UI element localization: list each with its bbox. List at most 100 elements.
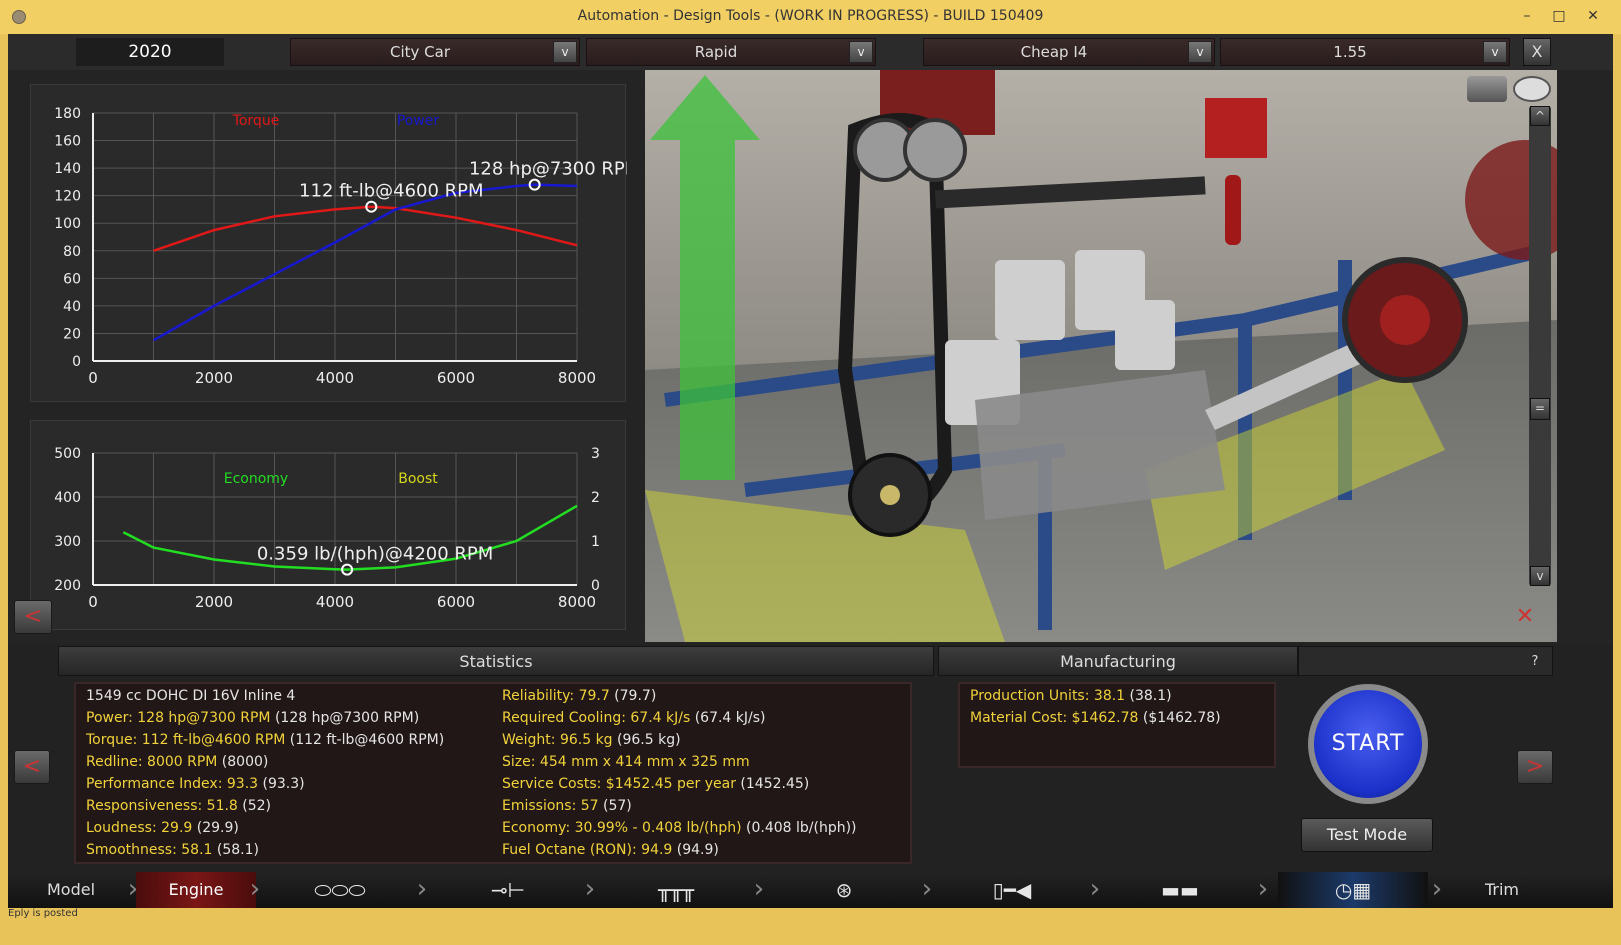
- design-nav-bar: Model › Engine › ⬭⬭⬭ › ⊸⊢ › ╥╥╥ › ⊛ › ▯━…: [8, 872, 1613, 908]
- stat-reference: (52): [237, 798, 272, 814]
- y-tick-label: 80: [63, 244, 81, 260]
- chevron-right-icon: ›: [584, 874, 596, 904]
- stat-row: Weight: 96.5 kg (96.5 kg): [502, 732, 681, 748]
- y-tick-label: 140: [54, 161, 81, 177]
- exhaust-icon[interactable]: ▬▬: [1110, 872, 1250, 908]
- stat-label: Emissions:: [502, 798, 581, 814]
- family-value: Rapid: [694, 43, 738, 61]
- chart-back-button[interactable]: <: [14, 600, 52, 634]
- fire-extinguisher-sign: [1205, 98, 1267, 158]
- chevron-right-icon: ›: [1257, 874, 1269, 904]
- stat-value: 58.1: [181, 842, 213, 858]
- stat-row: Production Units: 38.1 (38.1): [970, 688, 1172, 704]
- chevron-down-icon[interactable]: v: [1483, 41, 1507, 63]
- chevron-right-icon: ›: [753, 874, 765, 904]
- stat-label: Smoothness:: [86, 842, 182, 858]
- y-tick-label: 400: [54, 490, 81, 506]
- legend-power: Power: [397, 113, 440, 129]
- stat-reference: (94.9): [672, 842, 719, 858]
- torque-power-chart-svg: 0 20 40 60 80 100 120 140 160 180 0 2000 4000 6000 800…: [54, 106, 640, 387]
- stat-value: 79.7: [578, 688, 610, 704]
- family-select[interactable]: Rapid v: [586, 38, 876, 66]
- chevron-down-icon[interactable]: v: [1530, 566, 1550, 586]
- stat-value: 8000 RPM: [147, 754, 218, 770]
- engine-3d-viewport[interactable]: ^ = v ✕: [645, 70, 1557, 642]
- chevron-right-icon: ›: [1089, 874, 1101, 904]
- car-type-select[interactable]: City Car v: [290, 38, 580, 66]
- maximize-button[interactable]: □: [1544, 4, 1574, 28]
- stat-label: Torque:: [86, 732, 142, 748]
- fuel-system-icon[interactable]: ▯━◀: [942, 872, 1082, 908]
- test-mode-button[interactable]: Test Mode: [1301, 818, 1433, 852]
- chevron-down-icon[interactable]: v: [1188, 41, 1212, 63]
- stat-value: 29.9: [161, 820, 193, 836]
- title-bar: Automation - Design Tools - (WORK IN PRO…: [0, 0, 1621, 34]
- stat-row: Responsiveness: 51.8 (52): [86, 798, 271, 814]
- stat-reference: (96.5 kg): [612, 732, 681, 748]
- crankshaft-icon[interactable]: ⊸⊢: [438, 872, 578, 908]
- stat-label: Size:: [502, 754, 540, 770]
- tuning-icon[interactable]: ◷▦: [1278, 872, 1428, 908]
- prev-page-button[interactable]: <: [14, 750, 50, 784]
- start-button[interactable]: START: [1308, 684, 1428, 804]
- window-close-button[interactable]: ✕: [1578, 4, 1608, 28]
- x-tick-label: 6000: [437, 593, 475, 611]
- y-tick-label: 40: [63, 299, 81, 315]
- valvetrain-icon[interactable]: ╥╥╥: [606, 872, 746, 908]
- nav-engine[interactable]: Engine: [136, 872, 256, 908]
- y-tick-label: 0: [72, 354, 81, 370]
- year-display[interactable]: 2020: [76, 38, 224, 66]
- turbo-icon[interactable]: ⊛: [774, 872, 914, 908]
- chevron-down-icon[interactable]: v: [849, 41, 873, 63]
- nav-trim[interactable]: Trim: [1452, 872, 1552, 908]
- x-tick-label: 2000: [195, 593, 233, 611]
- manufacturing-box: Production Units: 38.1 (38.1) Material Co…: [958, 682, 1276, 768]
- stat-reference: (57): [598, 798, 632, 814]
- zoom-scrollbar[interactable]: ^ = v: [1529, 106, 1551, 586]
- stat-value: 51.8: [206, 798, 238, 814]
- stat-label: Production Units:: [970, 688, 1094, 704]
- stat-label: Redline:: [86, 754, 148, 770]
- stat-label: Service Costs:: [502, 776, 606, 792]
- stat-row: Material Cost: $1462.78 ($1462.78): [970, 710, 1221, 726]
- selector-bar: 2020 City Car v Rapid v Cheap I4 v 1.55 …: [8, 34, 1613, 70]
- help-button[interactable]: ?: [1520, 650, 1550, 674]
- chevron-down-icon[interactable]: v: [553, 41, 577, 63]
- stat-reference: (58.1): [212, 842, 259, 858]
- close-design-button[interactable]: X: [1523, 38, 1551, 66]
- engine-block-icon[interactable]: ⬭⬭⬭: [270, 872, 410, 908]
- engine-select[interactable]: Cheap I4 v: [923, 38, 1215, 66]
- zoom-thumb[interactable]: =: [1530, 398, 1550, 420]
- torque-power-chart: 0 20 40 60 80 100 120 140 160 180 0 2000 4000 6000 800…: [30, 84, 640, 402]
- chevron-up-icon[interactable]: ^: [1530, 106, 1550, 126]
- nav-model[interactable]: Model: [16, 872, 126, 908]
- series-torque-line: [153, 205, 578, 252]
- y-tick-label: 100: [54, 216, 81, 232]
- stat-value: $1452.45 per year: [605, 776, 736, 792]
- stat-row: Emissions: 57 (57): [502, 798, 632, 814]
- economy-boost-chart: 200 300 400 500 0 2000 4000 6000 8000 0 1 2 3 Economy…: [30, 420, 626, 630]
- stat-label: Power:: [86, 710, 138, 726]
- y-tick-label: 160: [54, 134, 81, 150]
- stat-label: Performance Index:: [86, 776, 227, 792]
- eye-icon[interactable]: [1513, 76, 1551, 102]
- stat-row: Torque: 112 ft-lb@4600 RPM (112 ft-lb@46…: [86, 732, 444, 748]
- manufacturing-header: Manufacturing: [938, 646, 1298, 676]
- stat-label: Weight:: [502, 732, 560, 748]
- variant-select[interactable]: 1.55 v: [1220, 38, 1510, 66]
- y-tick-label: 200: [54, 578, 81, 594]
- y-tick-label: 120: [54, 189, 81, 205]
- statistics-header: Statistics: [58, 646, 934, 676]
- stat-row: Power: 128 hp@7300 RPM (128 hp@7300 RPM): [86, 710, 419, 726]
- camera-icon[interactable]: [1467, 76, 1507, 102]
- peak-annotation: 128 hp@7300 RPM: [469, 159, 627, 180]
- x-tick-label: 2000: [195, 369, 233, 387]
- stat-label: Material Cost:: [970, 710, 1072, 726]
- statistics-box: 1549 cc DOHC DI 16V Inline 4 Power: 128 h…: [74, 682, 912, 864]
- axis-gizmo-icon[interactable]: ✕: [1505, 604, 1545, 634]
- next-page-button[interactable]: >: [1517, 750, 1553, 784]
- variant-value: 1.55: [1333, 43, 1367, 61]
- chevron-right-icon: ›: [921, 874, 933, 904]
- minimize-button[interactable]: –: [1512, 4, 1542, 28]
- x-tick-label: 0: [88, 369, 98, 387]
